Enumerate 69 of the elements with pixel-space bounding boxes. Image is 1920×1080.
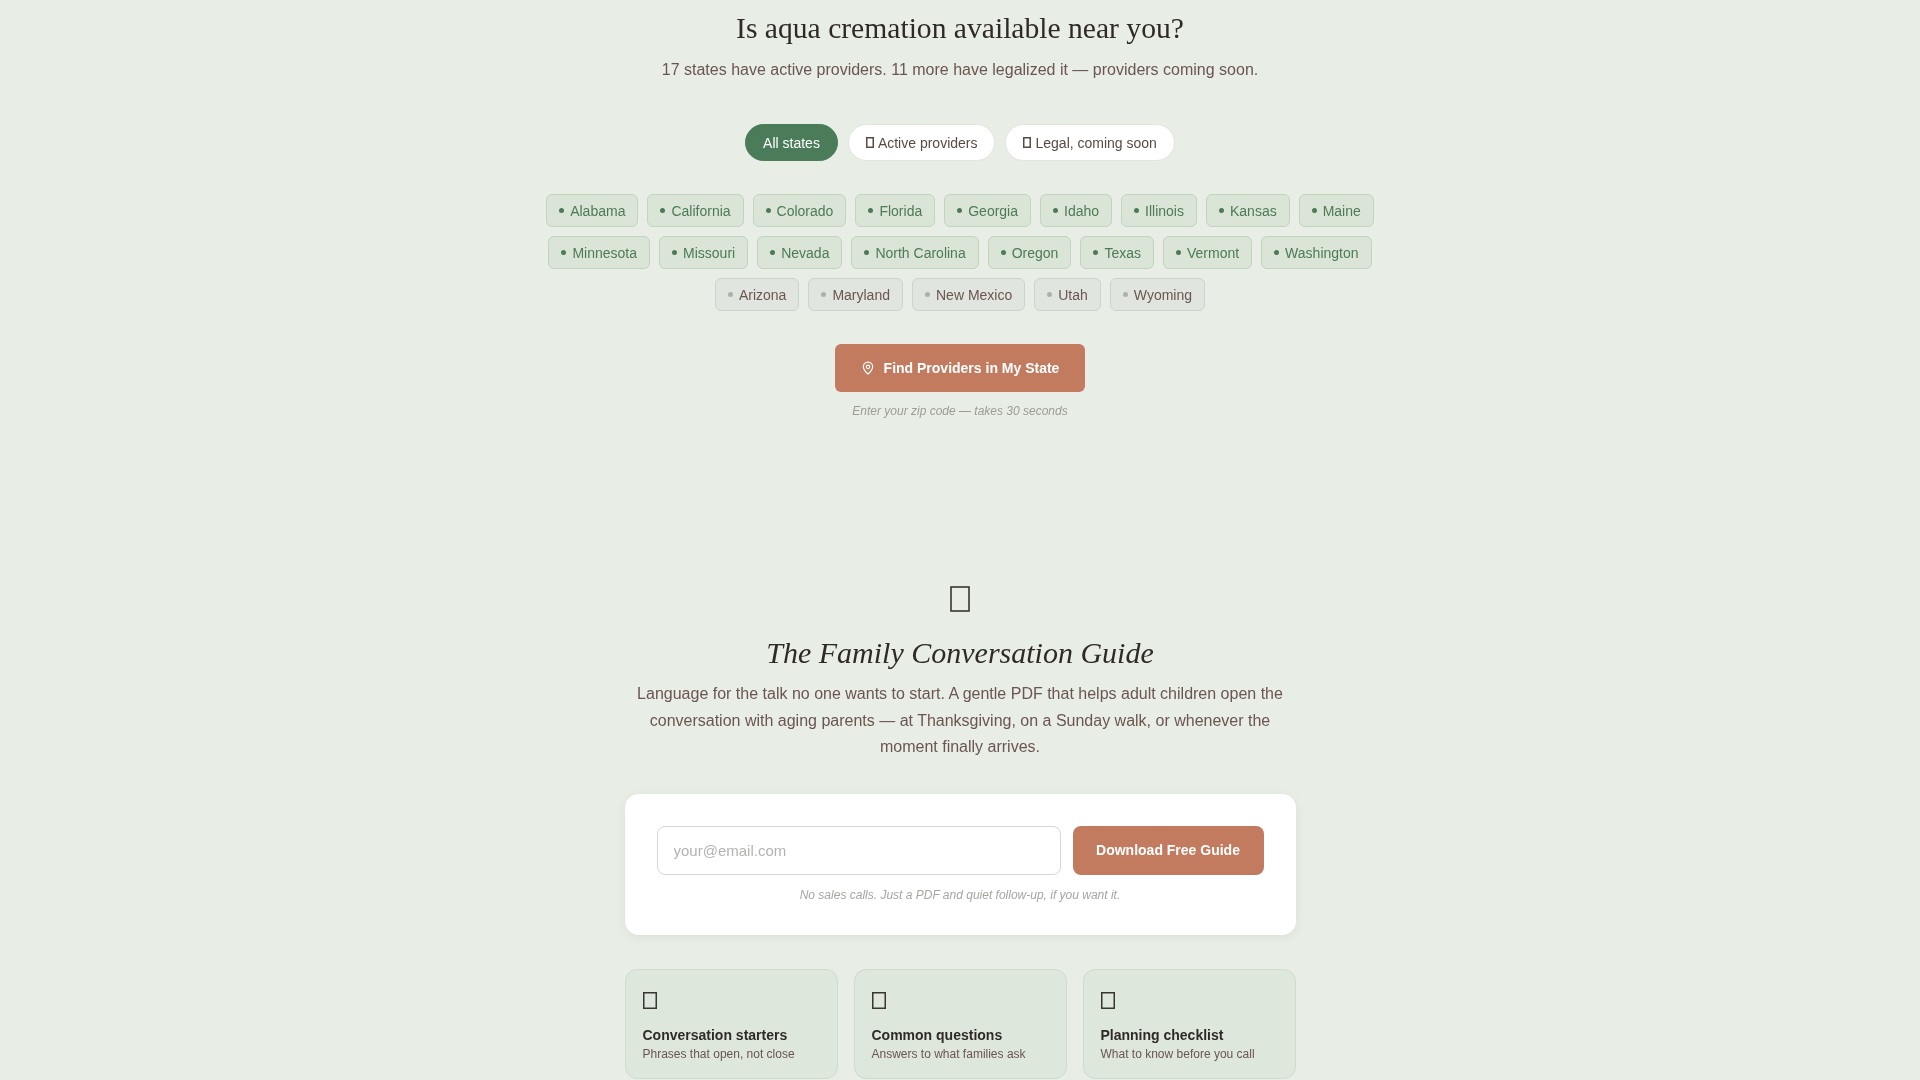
status-dot-icon [770, 250, 776, 255]
status-dot-icon [1122, 292, 1128, 297]
state-chip[interactable]: Wyoming [1109, 278, 1206, 311]
status-dot-icon [672, 250, 678, 255]
state-chip[interactable]: Nevada [757, 236, 843, 269]
section-subtitle: 17 states have active providers. 11 more have legalized it — providers coming soon. [661, 60, 1259, 80]
status-dot-icon [1047, 292, 1053, 297]
state-chip[interactable]: Missouri [659, 236, 749, 269]
state-chip[interactable]: North Carolina [851, 236, 979, 269]
feature-title: Conversation starters [642, 1025, 788, 1044]
state-chip[interactable]: Florida [855, 194, 936, 227]
state-chip[interactable]: Colorado [752, 194, 847, 227]
state-chip[interactable]: Arizona [714, 278, 800, 311]
feature-description: What to know before you call [1100, 1045, 1255, 1062]
section-heading: Is aqua cremation available near you? [736, 11, 1184, 45]
filter-tab[interactable]: All states [745, 124, 838, 161]
status-dot-icon [1000, 250, 1006, 255]
state-chip[interactable]: Washington [1261, 236, 1372, 269]
state-chip[interactable]: Alabama [546, 194, 639, 227]
guide-description: Language for the talk no one wants to start. A gentle PDF that helps adult children open the conversation with aging parents — at Thanksgiving, on a Sunday walk, or whenever the moment finally arrives. [636, 684, 1284, 757]
state-chip[interactable]: Oregon [987, 236, 1072, 269]
find-providers-button[interactable]: Find Providers in My State [834, 344, 1086, 392]
missing-glyph-icon [865, 137, 874, 148]
status-dot-icon [821, 292, 827, 297]
privacy-note: No sales calls. Just a PDF and quiet follow-up, if you want it. [799, 886, 1121, 903]
guide-title: The Family Conversation Guide [766, 635, 1154, 671]
feature-description: Answers to what families ask [871, 1045, 1026, 1062]
state-chip[interactable]: Minnesota [548, 236, 651, 269]
state-chip[interactable]: New Mexico [912, 278, 1026, 311]
download-guide-button[interactable]: Download Free Guide [1072, 825, 1264, 875]
state-chip[interactable]: Utah [1034, 278, 1101, 311]
status-dot-icon [1274, 250, 1280, 255]
state-chip[interactable]: Kansas [1205, 194, 1290, 227]
feature-title: Common questions [871, 1025, 1003, 1044]
status-dot-icon [727, 292, 733, 297]
email-input[interactable]: your@email.com [656, 825, 1061, 875]
status-dot-icon [925, 292, 930, 297]
missing-glyph-icon [950, 586, 970, 612]
state-chip[interactable]: Maryland [808, 278, 903, 311]
state-chip[interactable]: Maine [1298, 194, 1374, 227]
state-chip[interactable]: Idaho [1040, 194, 1113, 227]
missing-glyph-icon [871, 991, 886, 1009]
missing-glyph-icon [642, 991, 657, 1009]
feature-description: Phrases that open, not close [642, 1045, 795, 1062]
status-dot-icon [660, 208, 666, 213]
zip-hint: Enter your zip code — takes 30 seconds [852, 403, 1068, 419]
filter-tab[interactable]: Active providers [847, 124, 996, 161]
status-dot-icon [559, 208, 565, 213]
status-dot-icon [864, 250, 870, 255]
feature-title: Planning checklist [1100, 1025, 1224, 1044]
status-dot-icon [868, 208, 874, 213]
state-chip[interactable]: California [647, 194, 744, 227]
map-pin-icon [860, 361, 875, 375]
status-dot-icon [765, 208, 771, 213]
state-chip[interactable]: Illinois [1121, 194, 1197, 227]
status-dot-icon [957, 208, 963, 213]
state-chip[interactable]: Vermont [1162, 236, 1253, 269]
missing-glyph-icon [1023, 137, 1032, 148]
status-dot-icon [1093, 250, 1099, 255]
status-dot-icon [561, 250, 567, 255]
status-dot-icon [1218, 208, 1224, 213]
status-dot-icon [1053, 208, 1058, 213]
status-dot-icon [1311, 208, 1317, 213]
status-dot-icon [1134, 208, 1140, 213]
status-dot-icon [1175, 250, 1181, 255]
missing-glyph-icon [1100, 991, 1115, 1009]
state-chip[interactable]: Texas [1080, 236, 1154, 269]
filter-tab[interactable]: Legal, coming soon [1005, 124, 1175, 161]
state-chip[interactable]: Georgia [944, 194, 1031, 227]
